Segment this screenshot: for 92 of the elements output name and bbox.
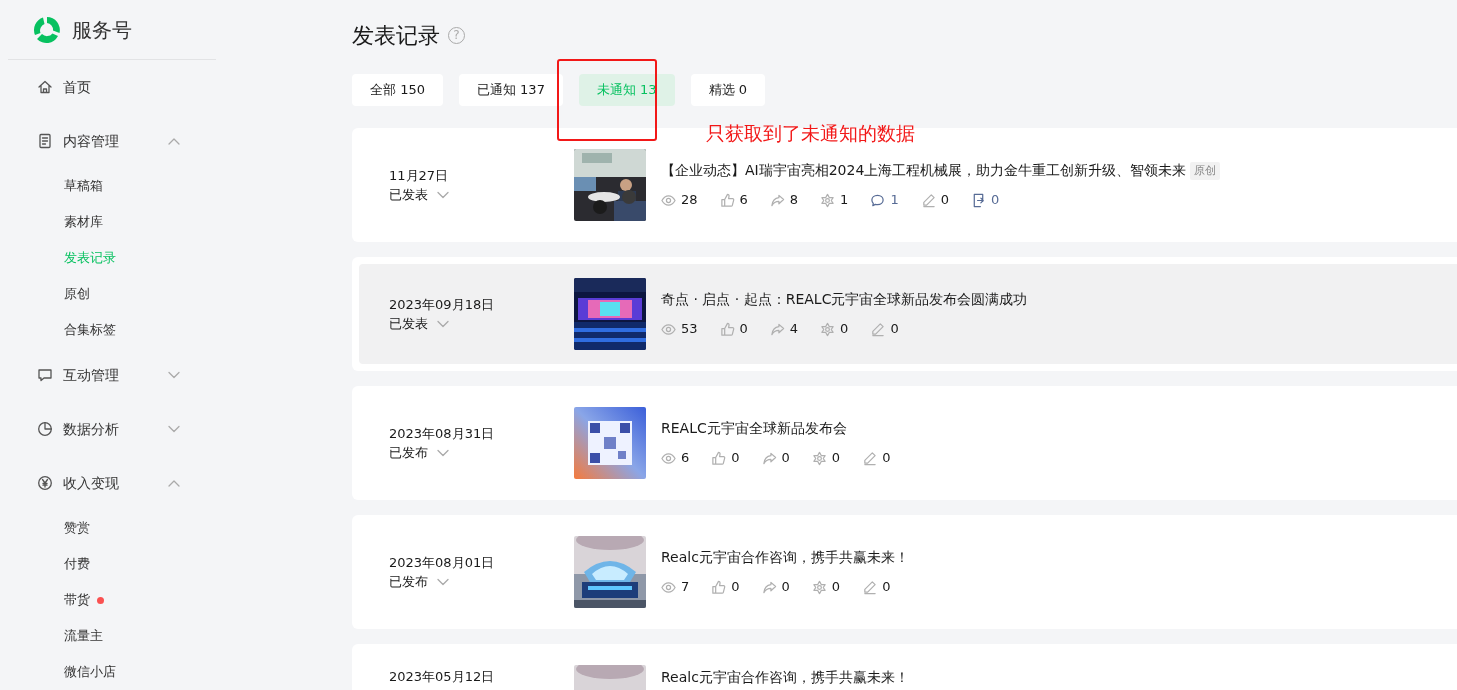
thumbs-up-icon — [719, 321, 735, 337]
eye-icon — [661, 192, 676, 208]
filter-tab[interactable]: 精选 0 — [690, 74, 765, 106]
stat-count: 1 — [840, 191, 849, 210]
pen-icon — [862, 579, 878, 595]
home-icon — [37, 79, 53, 95]
stat-count: 0 — [882, 449, 891, 468]
collapse-icon — [168, 137, 180, 145]
stat-count: 1 — [890, 191, 899, 210]
stat-count: 0 — [739, 320, 748, 339]
post-date: 11月27日 — [389, 166, 450, 185]
sidebar-subitem[interactable]: 带货 — [8, 582, 216, 618]
expand-icon — [168, 425, 180, 433]
eye-icon — [661, 450, 676, 466]
sidebar-subitem[interactable]: 素材库 — [8, 204, 216, 240]
stat-count: 0 — [831, 449, 841, 468]
stat-count: 0 — [882, 578, 891, 597]
post-date: 2023年05月12日 — [389, 668, 496, 686]
thumbs-up-icon — [711, 579, 727, 595]
eye-icon — [661, 579, 676, 595]
stat-count: 0 — [890, 320, 899, 339]
comment-icon — [870, 192, 886, 208]
share-arrow-icon — [761, 450, 777, 466]
chat-icon — [37, 367, 53, 383]
thumbs-up-icon — [711, 450, 727, 466]
pen-icon — [862, 450, 878, 466]
stat-count: 0 — [781, 449, 790, 468]
pen-icon — [870, 321, 886, 337]
share-arrow-icon — [769, 192, 785, 208]
document-icon — [37, 133, 53, 149]
expand-icon — [168, 371, 180, 379]
pie-chart-icon — [37, 421, 53, 437]
stat-count: 0 — [731, 449, 740, 468]
sidebar-subitem[interactable]: 赞赏 — [8, 510, 216, 546]
post-date: 2023年09月18日 — [389, 295, 496, 314]
star-flower-icon — [820, 321, 836, 337]
post-title[interactable]: Realc元宇宙合作咨询，携手共赢未来！ — [661, 667, 909, 688]
stat-count: 4 — [789, 320, 799, 339]
star-flower-icon — [811, 579, 827, 595]
stat-count: 7 — [681, 578, 690, 597]
post-date: 2023年08月31日 — [389, 424, 496, 443]
thumbs-up-icon — [719, 192, 735, 208]
sidebar-subitem[interactable]: 原创 — [8, 276, 216, 312]
stat-count: 0 — [940, 191, 949, 210]
sidebar-item[interactable]: 内容管理 — [8, 114, 216, 168]
star-flower-icon — [811, 450, 827, 466]
post-date: 2023年08月01日 — [389, 553, 496, 572]
stat-count: 0 — [840, 320, 849, 339]
brand-name: 服务号 — [72, 16, 132, 44]
stat-count: 6 — [681, 449, 690, 468]
stat-count: 6 — [739, 191, 748, 210]
post-title[interactable]: Realc元宇宙合作咨询，携手共赢未来！ — [661, 547, 909, 569]
status-dropdown[interactable]: 已发布 — [389, 443, 574, 463]
sidebar-subitem[interactable]: 流量主 — [8, 618, 216, 654]
sidebar-item[interactable]: 互动管理 — [8, 348, 216, 402]
sidebar-item[interactable]: 数据分析 — [8, 402, 216, 456]
stat-count: 28 — [681, 191, 698, 210]
stat-count: 0 — [831, 578, 841, 597]
original-tag: 原创 — [1190, 161, 1221, 180]
filter-tab[interactable]: 已通知 137 — [458, 74, 563, 106]
caret-icon — [437, 190, 449, 199]
annotation-text: 只获取到了未通知的数据 — [706, 121, 915, 146]
share-arrow-icon — [769, 321, 785, 337]
sidebar-subitem[interactable]: 付费 — [8, 546, 216, 582]
collapse-icon — [168, 479, 180, 487]
pen-icon — [920, 192, 936, 208]
status-dropdown[interactable]: 已发表 — [389, 185, 574, 205]
caret-icon — [437, 319, 449, 328]
status-dropdown[interactable]: 已发表 — [389, 314, 574, 334]
star-flower-icon — [820, 192, 836, 208]
sidebar-subitem[interactable]: 微信小店 — [8, 654, 216, 690]
post-title[interactable]: 奇点 · 启点 · 起点：REALC元宇宙全球新品发布会圆满成功 — [661, 289, 1028, 311]
sidebar-subitem[interactable]: 草稿箱 — [8, 168, 216, 204]
logo-icon — [32, 14, 62, 45]
filter-tab[interactable]: 全部 150 — [352, 74, 443, 106]
status-dropdown[interactable]: 已发布 — [389, 572, 574, 592]
stat-count: 0 — [781, 578, 790, 597]
share-arrow-icon — [761, 579, 777, 595]
caret-icon — [437, 577, 449, 586]
yen-icon — [37, 475, 53, 491]
caret-icon — [437, 448, 449, 457]
post-title[interactable]: REALC元宇宙全球新品发布会 — [661, 418, 847, 440]
stat-count: 53 — [681, 320, 698, 339]
stat-count: 0 — [990, 191, 1000, 210]
sidebar-item[interactable]: 首页 — [8, 60, 216, 114]
sidebar-subitem[interactable]: 合集标签 — [8, 312, 216, 348]
eye-icon — [661, 321, 676, 337]
stat-count: 0 — [731, 578, 740, 597]
sidebar-item[interactable]: 收入变现 — [8, 456, 216, 510]
post-title[interactable]: 【企业动态】AI瑞宇宙亮相2024上海工程机械展，助力金牛重工创新升级、智领未来 — [661, 160, 1187, 182]
stat-count: 8 — [789, 191, 799, 210]
page-title: 发表记录 — [352, 21, 440, 50]
